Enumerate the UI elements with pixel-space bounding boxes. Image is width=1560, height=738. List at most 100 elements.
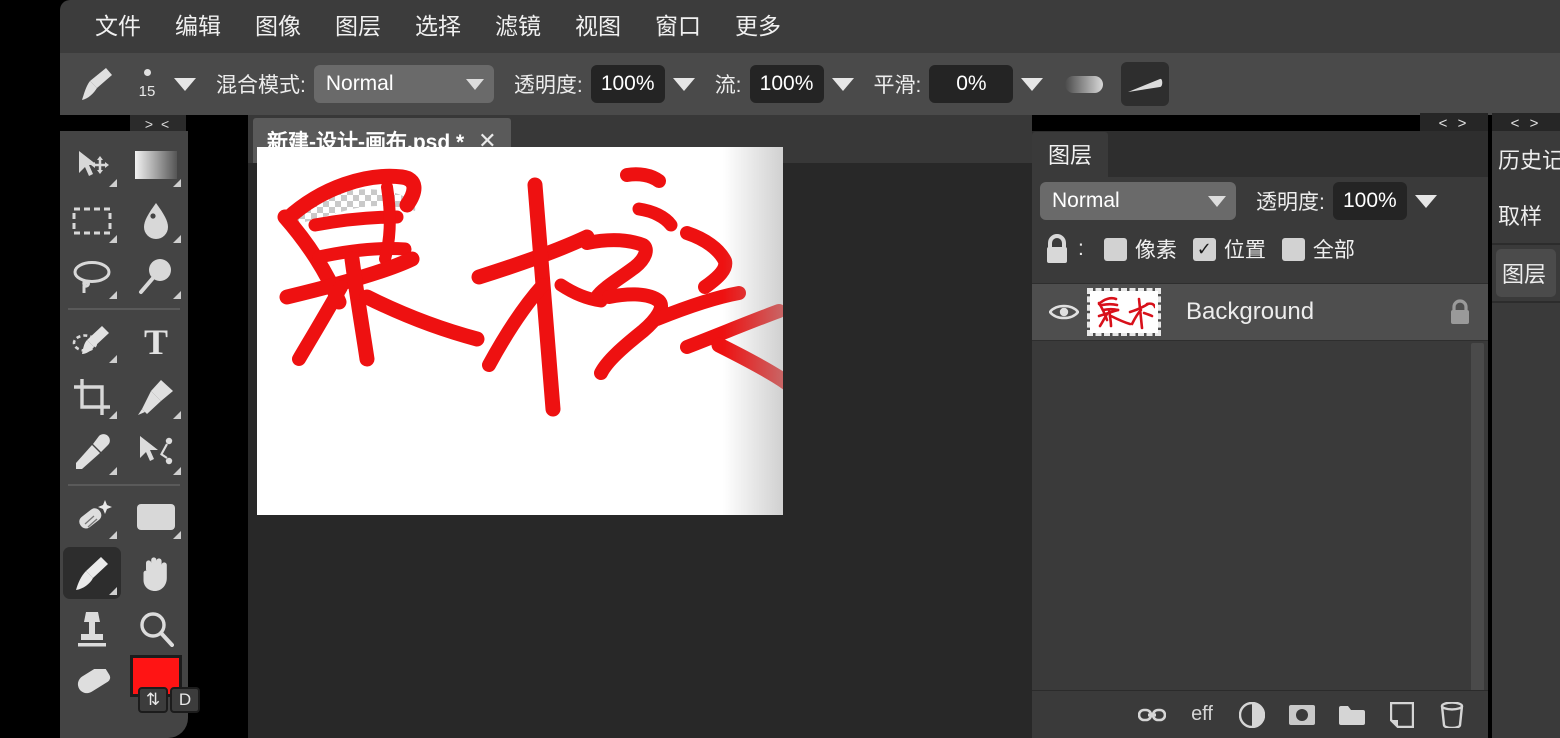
- options-collapse-marker[interactable]: > <: [130, 115, 186, 132]
- lock-pixels-label: 像素: [1135, 234, 1177, 264]
- layer-mask-icon[interactable]: [1286, 699, 1318, 731]
- crop-tool[interactable]: [60, 369, 124, 425]
- menu-item-select[interactable]: 选择: [398, 0, 478, 53]
- dock-divider-2: [1492, 301, 1560, 303]
- menu-item-more[interactable]: 更多: [718, 0, 798, 53]
- layer-opacity-input[interactable]: 100%: [1333, 182, 1407, 220]
- flow-input[interactable]: 100%: [750, 65, 824, 103]
- blend-mode-label: 混合模式:: [216, 69, 306, 99]
- menu-bar: 文件 编辑 图像 图层 选择 滤镜 视图 窗口 更多: [60, 0, 1560, 53]
- lock-icon: [1040, 232, 1074, 266]
- shape-tool[interactable]: [124, 489, 188, 545]
- layer-locked-icon: [1432, 299, 1488, 325]
- eraser-tool[interactable]: [60, 657, 124, 713]
- lock-position-option[interactable]: ✓ 位置: [1193, 234, 1266, 264]
- layers-panel-bottom-bar: eff: [1032, 690, 1488, 738]
- type-tool[interactable]: T: [124, 313, 188, 369]
- artboard-edge-shadow: [723, 147, 783, 515]
- lock-pixels-checkbox[interactable]: [1104, 238, 1127, 261]
- rectangular-marquee-tool[interactable]: [60, 193, 124, 249]
- chevron-down-icon: [1208, 196, 1226, 207]
- menu-item-window[interactable]: 窗口: [638, 0, 718, 53]
- menu-item-filter[interactable]: 滤镜: [478, 0, 558, 53]
- airbrush-pill-icon[interactable]: [1065, 76, 1103, 93]
- layer-blend-mode-value: Normal: [1052, 189, 1120, 213]
- delete-layer-icon[interactable]: [1436, 699, 1468, 731]
- brush-size-indicator[interactable]: 15: [128, 60, 166, 108]
- svg-text:T: T: [144, 323, 168, 359]
- right-dock-collapse-marker[interactable]: < >: [1492, 113, 1560, 133]
- pen-tool[interactable]: [124, 369, 188, 425]
- new-group-icon[interactable]: [1336, 699, 1368, 731]
- healing-brush-tool[interactable]: [60, 489, 124, 545]
- hand-tool[interactable]: [124, 545, 188, 601]
- lock-colon: :: [1078, 237, 1084, 261]
- layers-panel-collapse-marker[interactable]: < >: [1420, 113, 1488, 133]
- opacity-chevron-down-icon[interactable]: [673, 78, 695, 91]
- clone-stamp-tool[interactable]: [60, 601, 124, 657]
- chevron-down-icon: [466, 79, 484, 90]
- brush-size-value: 15: [139, 83, 156, 100]
- layer-opacity-label: 透明度:: [1256, 186, 1325, 216]
- swap-colors-button[interactable]: ⇅: [138, 687, 168, 713]
- dodge-tool[interactable]: [124, 249, 188, 305]
- dock-tab-layers[interactable]: 图层: [1496, 249, 1556, 297]
- path-selection-tool[interactable]: [124, 425, 188, 481]
- layer-list-scrollbar[interactable]: [1471, 343, 1484, 738]
- adjustment-layer-icon[interactable]: [1236, 699, 1268, 731]
- tool-options-bar: 15 混合模式: Normal 透明度: 100% 流: 100% 平滑: 0%: [60, 53, 1560, 115]
- toolbox: T: [60, 131, 188, 738]
- artboard[interactable]: [257, 147, 783, 515]
- layer-visibility-toggle[interactable]: [1042, 302, 1086, 322]
- brush-preset-chevron-down-icon[interactable]: [174, 78, 196, 91]
- new-layer-icon[interactable]: [1386, 699, 1418, 731]
- menu-item-edit[interactable]: 编辑: [158, 0, 238, 53]
- blur-tool[interactable]: [124, 193, 188, 249]
- smoothing-input[interactable]: 0%: [929, 65, 1013, 103]
- layer-opacity-chevron-down-icon[interactable]: [1415, 195, 1437, 208]
- layer-thumbnail[interactable]: [1090, 291, 1158, 333]
- layers-lock-row: : 像素 ✓ 位置 全部: [1032, 225, 1488, 273]
- layer-name[interactable]: Background: [1186, 298, 1432, 326]
- lock-position-checkbox[interactable]: ✓: [1193, 238, 1216, 261]
- color-swatches[interactable]: ⇅ D: [124, 657, 188, 713]
- move-tool[interactable]: [60, 137, 124, 193]
- opacity-label: 透明度:: [514, 69, 583, 99]
- smoothing-label: 平滑:: [874, 69, 922, 99]
- lasso-tool[interactable]: [60, 249, 124, 305]
- quick-selection-tool[interactable]: [60, 313, 124, 369]
- opacity-input[interactable]: 100%: [591, 65, 665, 103]
- brush-tip-dot: [144, 69, 151, 76]
- layers-panel: 图层 Normal 透明度: 100% : 像素: [1032, 131, 1488, 738]
- default-colors-button[interactable]: D: [170, 687, 200, 713]
- lock-all-option[interactable]: 全部: [1282, 234, 1355, 264]
- brush-tool[interactable]: [60, 545, 124, 601]
- blend-mode-select[interactable]: Normal: [314, 65, 494, 103]
- gradient-tool[interactable]: [124, 137, 188, 193]
- eyedropper-tool[interactable]: [60, 425, 124, 481]
- lock-pixels-option[interactable]: 像素: [1104, 234, 1177, 264]
- brush-icon[interactable]: [74, 62, 120, 106]
- link-layers-icon[interactable]: [1136, 699, 1168, 731]
- blend-mode-value: Normal: [326, 72, 394, 96]
- photoshop-window: 文件 编辑 图像 图层 选择 滤镜 视图 窗口 更多 15 混合模式: Norm…: [0, 0, 1560, 738]
- dock-tab-history[interactable]: 历史记: [1492, 131, 1560, 187]
- table-row[interactable]: Background: [1032, 283, 1488, 341]
- artwork-calligraphy: [257, 147, 783, 515]
- right-dock: 历史记 取样 图层: [1492, 131, 1560, 738]
- dock-divider: [1492, 243, 1560, 245]
- layer-list[interactable]: Background: [1032, 283, 1488, 738]
- lock-position-label: 位置: [1224, 234, 1266, 264]
- tab-layers[interactable]: 图层: [1032, 132, 1108, 177]
- smoothing-chevron-down-icon[interactable]: [1021, 78, 1043, 91]
- menu-item-file[interactable]: 文件: [78, 0, 158, 53]
- menu-item-layer[interactable]: 图层: [318, 0, 398, 53]
- dock-tab-sampling[interactable]: 取样: [1492, 187, 1560, 243]
- pressure-taper-icon[interactable]: [1121, 62, 1169, 106]
- menu-item-image[interactable]: 图像: [238, 0, 318, 53]
- layer-effects-icon[interactable]: eff: [1186, 699, 1218, 731]
- flow-chevron-down-icon[interactable]: [832, 78, 854, 91]
- lock-all-checkbox[interactable]: [1282, 238, 1305, 261]
- layer-blend-mode-select[interactable]: Normal: [1040, 182, 1236, 220]
- menu-item-view[interactable]: 视图: [558, 0, 638, 53]
